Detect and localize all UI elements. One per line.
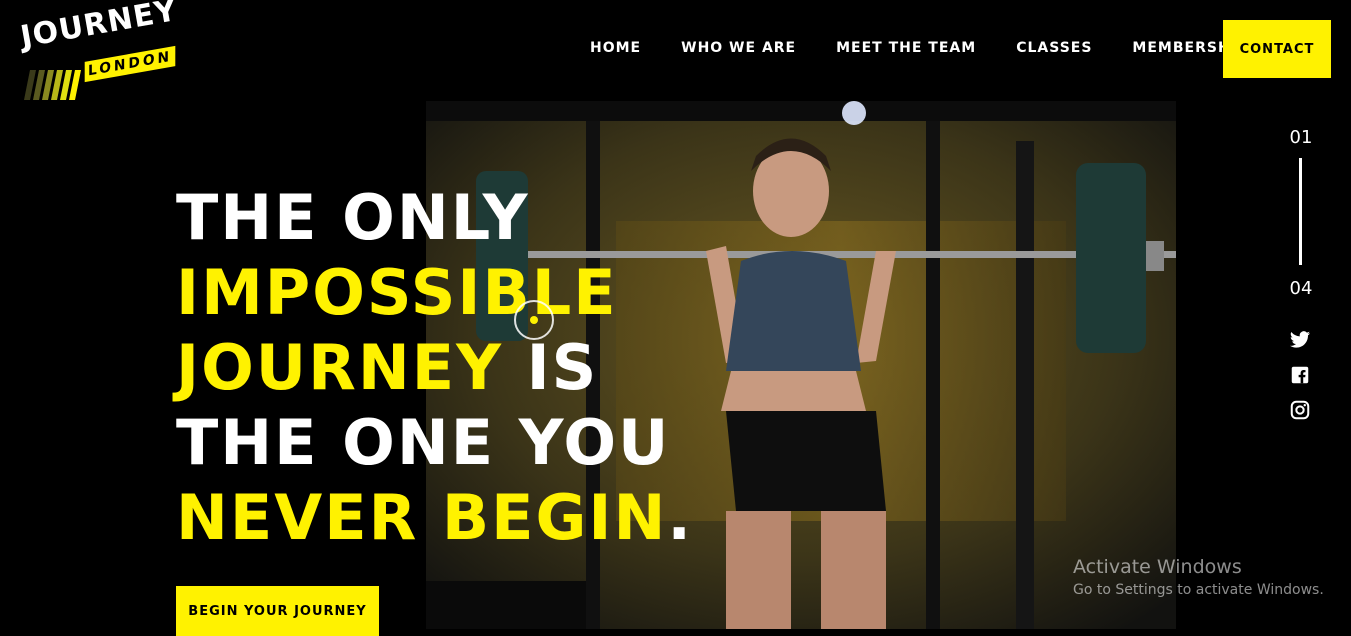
- main-nav: HOME WHO WE ARE MEET THE TEAM CLASSES ME…: [590, 40, 1299, 56]
- logo[interactable]: JOURNEY LONDON: [18, 0, 185, 103]
- activate-windows-watermark: Activate Windows Go to Settings to activ…: [1073, 556, 1324, 598]
- slide-progress-line: [1299, 158, 1302, 265]
- nav-meet-the-team[interactable]: MEET THE TEAM: [836, 40, 976, 56]
- watermark-title: Activate Windows: [1073, 556, 1242, 578]
- hero-headline: THE ONLY IMPOSSIBLE JOURNEY IS THE ONE Y…: [176, 180, 693, 555]
- headline-line-1: THE ONLY: [176, 181, 530, 254]
- logo-subtitle: LONDON: [84, 45, 176, 83]
- instagram-icon[interactable]: [1289, 399, 1311, 421]
- watermark-subtitle: Go to Settings to activate Windows.: [1073, 582, 1324, 598]
- slide-total[interactable]: 04: [1283, 278, 1319, 299]
- contact-button[interactable]: CONTACT: [1223, 20, 1331, 78]
- headline-period: .: [667, 481, 693, 554]
- facebook-icon[interactable]: [1289, 364, 1311, 386]
- logo-stripes: [24, 70, 81, 100]
- headline-line-5: NEVER BEGIN: [176, 481, 668, 554]
- nav-classes[interactable]: CLASSES: [1016, 40, 1092, 56]
- cursor-ring: [514, 300, 554, 340]
- headline-line-4: THE ONE YOU: [176, 406, 671, 479]
- logo-wordmark: JOURNEY: [17, 0, 181, 55]
- slide-current[interactable]: 01: [1283, 127, 1319, 148]
- twitter-icon[interactable]: [1289, 329, 1311, 351]
- nav-home[interactable]: HOME: [590, 40, 641, 56]
- nav-who-we-are[interactable]: WHO WE ARE: [681, 40, 796, 56]
- cursor-dot: [530, 316, 538, 324]
- headline-line-3-highlight: JOURNEY: [176, 331, 503, 404]
- headline-line-3-rest: IS: [503, 331, 599, 404]
